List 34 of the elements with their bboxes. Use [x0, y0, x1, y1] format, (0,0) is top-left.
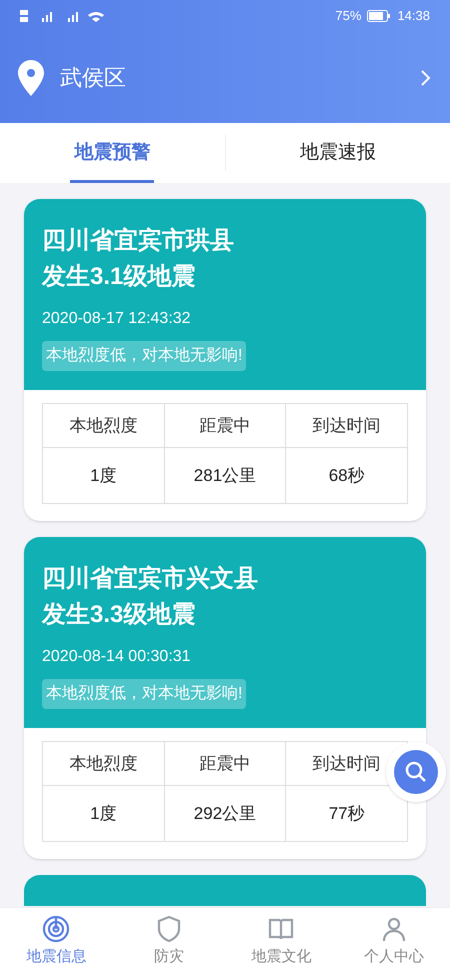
quake-location: 四川省宜宾市珙县 — [42, 226, 235, 256]
battery-percent: 75% — [335, 7, 362, 26]
battery-icon — [367, 10, 392, 22]
quake-magnitude: 发生3.3级地震 — [42, 600, 196, 630]
table-header-cell: 距震中 — [164, 742, 286, 786]
table-cell: 292公里 — [164, 786, 286, 842]
clock: 14:38 — [397, 7, 430, 26]
tab[interactable]: 地震速报 — [296, 123, 380, 183]
tab[interactable]: 地震预警 — [70, 123, 154, 183]
search-icon — [404, 760, 428, 784]
table-cell: 68秒 — [286, 448, 408, 504]
table-header-cell: 距震中 — [164, 404, 286, 448]
quake-time: 2020-08-17 12:43:32 — [42, 309, 192, 329]
quake-time: 2020-08-14 00:30:31 — [42, 647, 192, 667]
quake-location: 四川省宜宾市兴文县 — [42, 564, 259, 594]
table-cell: 281公里 — [164, 448, 286, 504]
location-selector[interactable]: 武侯区 — [60, 61, 126, 94]
earthquake-card[interactable]: 四川省宜宾市珙县 发生3.1级地震 2020-08-17 12:43:32 本地烈度低，对本地无影响! 本地烈度 距震中 到达时间 1度 281公里 68秒 — [24, 199, 426, 521]
nav-tab[interactable]: 个人中心 — [338, 908, 450, 975]
radar-icon — [41, 914, 72, 944]
table-header-cell: 到达时间 — [286, 404, 408, 448]
impact-notice: 本地烈度低，对本地无影响! — [42, 341, 246, 371]
location-pin-icon — [18, 60, 44, 96]
nav-tab[interactable]: 地震文化 — [225, 908, 338, 975]
impact-notice: 本地烈度低，对本地无影响! — [42, 679, 246, 709]
nav-tab[interactable]: 地震信息 — [0, 908, 112, 975]
nav-tab[interactable]: 防灾 — [112, 908, 225, 975]
table-header-cell: 本地烈度 — [43, 404, 165, 448]
table-header-cell: 本地烈度 — [43, 742, 165, 786]
earthquake-card[interactable]: 四川省宜宾市兴文县 发生3.3级地震 2020-08-14 00:30:31 本地烈度低，对本地无影响! 本地烈度 距震中 到达时间 1度 292公里 77秒 — [24, 537, 426, 859]
table-cell: 1度 — [43, 786, 165, 842]
table-cell: 1度 — [43, 448, 165, 504]
chevron-right-icon[interactable] — [420, 68, 432, 86]
quake-magnitude: 发生3.1级地震 — [42, 262, 196, 292]
